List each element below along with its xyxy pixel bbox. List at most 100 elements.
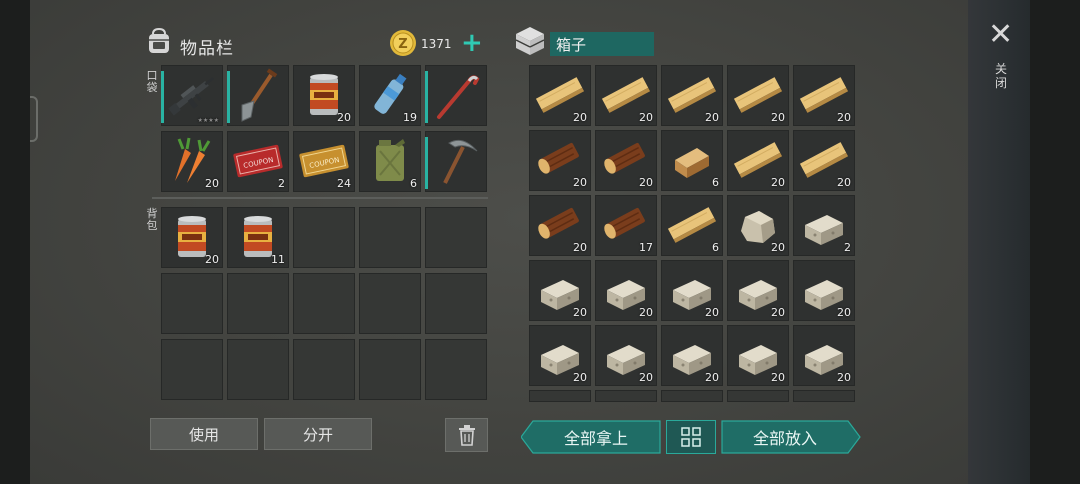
box-slot[interactable]: 20	[727, 130, 789, 191]
pockets-divider	[152, 197, 488, 199]
box-slot[interactable]: 20	[727, 260, 789, 321]
backpack-slot[interactable]	[359, 339, 421, 400]
pockets-label: 口袋	[146, 69, 158, 94]
pocket-slot[interactable]: 20	[161, 131, 223, 192]
backpack-slot[interactable]	[425, 339, 487, 400]
pocket-slot[interactable]: 19	[359, 65, 421, 126]
item-quantity: 20	[837, 371, 851, 384]
box-slot[interactable]: 20	[793, 65, 855, 126]
item-quantity: 6	[712, 176, 719, 189]
box-slot[interactable]: 6	[661, 195, 723, 256]
pocket-slot[interactable]	[425, 65, 487, 126]
box-slot[interactable]: 20	[595, 260, 657, 321]
coin-count: 1371	[421, 37, 452, 51]
item-quantity: 20	[337, 111, 351, 124]
item-quantity: 2	[278, 177, 285, 190]
item-quantity: 17	[639, 241, 653, 254]
backpack-slot[interactable]	[359, 273, 421, 334]
item-quantity: 20	[573, 306, 587, 319]
trash-icon	[458, 425, 475, 446]
pocket-slot[interactable]: ★★★★	[161, 65, 223, 126]
box-slot[interactable]: 2	[793, 195, 855, 256]
box-title: 箱子	[550, 32, 654, 56]
pocket-slot[interactable]: COUPON 24	[293, 131, 355, 192]
inventory-title: 物品栏	[180, 39, 234, 59]
item-quantity: 20	[573, 371, 587, 384]
box-slot[interactable]: 20	[661, 260, 723, 321]
grid-sort-icon	[681, 427, 701, 447]
item-quantity: 20	[837, 111, 851, 124]
game-screen: 物品栏 Z 1371 + 口袋 背包 使用 分开 箱子 全部拿上 全部放入 ★★…	[30, 0, 1030, 484]
backpack-slot[interactable]	[227, 273, 289, 334]
item-quality-stars: ★★★★	[197, 117, 219, 124]
item-quantity: 20	[639, 306, 653, 319]
backpack-slot[interactable]: 11	[227, 207, 289, 268]
backpack-slot[interactable]	[425, 273, 487, 334]
box-slot[interactable]: 20	[595, 130, 657, 191]
coin-icon: Z	[390, 30, 416, 56]
backpack-slot[interactable]	[293, 339, 355, 400]
item-quantity: 20	[639, 111, 653, 124]
pocket-slot[interactable]: COUPON 2	[227, 131, 289, 192]
pocket-slot[interactable]: 6	[359, 131, 421, 192]
item-quantity: 20	[771, 176, 785, 189]
backpack-slot[interactable]	[359, 207, 421, 268]
sort-button[interactable]	[666, 420, 716, 454]
box-slot[interactable]: 20	[793, 260, 855, 321]
backpack-slot[interactable]	[293, 207, 355, 268]
box-slot[interactable]: 20	[595, 65, 657, 126]
item-quantity: 20	[205, 177, 219, 190]
box-slot[interactable]: 20	[529, 65, 591, 126]
backpack-slot[interactable]: 20	[161, 207, 223, 268]
item-quantity: 20	[573, 176, 587, 189]
pocket-slot[interactable]	[227, 65, 289, 126]
item-quantity: 20	[639, 176, 653, 189]
add-coins-button[interactable]: +	[461, 30, 483, 56]
box-slot[interactable]: 20	[661, 65, 723, 126]
item-quantity: 20	[705, 111, 719, 124]
backpack-slot[interactable]	[293, 273, 355, 334]
use-button[interactable]: 使用	[150, 418, 258, 450]
item-quantity: 20	[837, 306, 851, 319]
split-button[interactable]: 分开	[264, 418, 372, 450]
side-tab[interactable]	[30, 96, 38, 142]
box-slot[interactable]: 20	[727, 65, 789, 126]
box-slot-partial	[661, 390, 723, 402]
pocket-slot[interactable]: 20	[293, 65, 355, 126]
box-slot[interactable]: 20	[595, 325, 657, 386]
box-slot-partial	[595, 390, 657, 402]
backpack-icon	[149, 27, 169, 53]
trash-button[interactable]	[445, 418, 488, 452]
box-icon	[515, 27, 545, 55]
item-quantity: 19	[403, 111, 417, 124]
box-slot-partial	[529, 390, 591, 402]
box-slot[interactable]: 20	[529, 195, 591, 256]
backpack-slot[interactable]	[227, 339, 289, 400]
close-label[interactable]: 关闭	[994, 62, 1008, 90]
item-quantity: 24	[337, 177, 351, 190]
box-slot[interactable]: 20	[529, 130, 591, 191]
backpack-slot[interactable]	[425, 207, 487, 268]
item-quantity: 2	[844, 241, 851, 254]
backpack-slot[interactable]	[161, 339, 223, 400]
item-quantity: 20	[705, 306, 719, 319]
item-quantity: 6	[410, 177, 417, 190]
item-quantity: 20	[639, 371, 653, 384]
item-quantity: 20	[837, 176, 851, 189]
box-slot[interactable]: 6	[661, 130, 723, 191]
box-slot[interactable]: 20	[727, 195, 789, 256]
box-slot[interactable]: 20	[727, 325, 789, 386]
backpack-slot[interactable]	[161, 273, 223, 334]
pocket-slot[interactable]	[425, 131, 487, 192]
box-slot[interactable]: 20	[793, 325, 855, 386]
item-quantity: 20	[573, 111, 587, 124]
take-all-button[interactable]: 全部拿上	[533, 421, 659, 453]
box-slot[interactable]: 20	[529, 260, 591, 321]
box-slot[interactable]: 20	[793, 130, 855, 191]
put-all-button[interactable]: 全部放入	[722, 421, 848, 453]
box-slot[interactable]: 20	[661, 325, 723, 386]
box-slot[interactable]: 20	[529, 325, 591, 386]
box-slot[interactable]: 17	[595, 195, 657, 256]
close-icon[interactable]: ✕	[988, 20, 1013, 50]
box-slot-partial	[793, 390, 855, 402]
